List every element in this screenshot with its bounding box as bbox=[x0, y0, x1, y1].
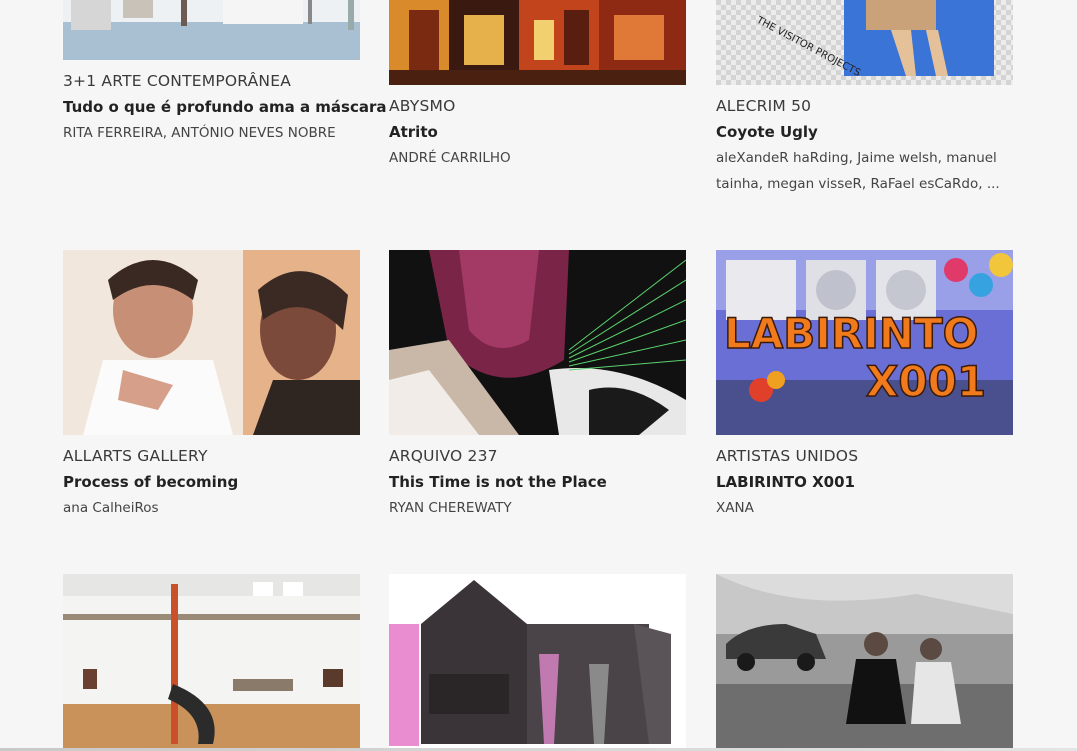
exhibition-title[interactable]: Coyote Ugly bbox=[716, 123, 818, 141]
exhibition-thumbnail[interactable]: LABIRINTO X001 bbox=[716, 250, 1013, 435]
exhibition-thumbnail[interactable]: THE VISITOR PROJECTS bbox=[716, 0, 1013, 85]
artist-names: ana CalheiRos bbox=[63, 500, 159, 516]
venue-name: ALLARTS GALLERY bbox=[63, 447, 208, 465]
exhibition-title[interactable]: LABIRINTO X001 bbox=[716, 473, 855, 491]
venue-name: ARTISTAS UNIDOS bbox=[716, 447, 859, 465]
exhibition-thumbnail[interactable] bbox=[389, 574, 686, 751]
artist-names: aleXandeR haRding, Jaime welsh, manuel t… bbox=[716, 150, 1000, 192]
poster-title-line1: LABIRINTO bbox=[724, 309, 978, 358]
exhibition-title[interactable]: Atrito bbox=[389, 123, 438, 141]
exhibition-thumbnail[interactable] bbox=[716, 574, 1013, 751]
exhibition-thumbnail[interactable] bbox=[63, 574, 360, 751]
exhibition-thumbnail[interactable] bbox=[63, 0, 360, 60]
exhibition-grid: 3+1 ARTE CONTEMPORÂNEA Tudo o que é prof… bbox=[0, 0, 1077, 751]
venue-name: ABYSMO bbox=[389, 97, 456, 115]
exhibition-thumbnail[interactable] bbox=[389, 250, 686, 435]
exhibition-thumbnail[interactable] bbox=[389, 0, 686, 85]
poster-title-line2: X001 bbox=[866, 357, 986, 406]
venue-name: ARQUIVO 237 bbox=[389, 447, 498, 465]
venue-name: 3+1 ARTE CONTEMPORÂNEA bbox=[63, 72, 292, 90]
artist-names: RITA FERREIRA, ANTÓNIO NEVES NOBRE bbox=[63, 125, 336, 141]
exhibition-thumbnail[interactable] bbox=[63, 250, 360, 435]
exhibition-title[interactable]: This Time is not the Place bbox=[389, 473, 607, 491]
artist-names: ANDRÉ CARRILHO bbox=[389, 150, 511, 166]
venue-name: ALECRIM 50 bbox=[716, 97, 812, 115]
artist-names: XANA bbox=[716, 500, 754, 516]
exhibition-title[interactable]: Tudo o que é profundo ama a máscara bbox=[63, 98, 387, 116]
exhibition-title[interactable]: Process of becoming bbox=[63, 473, 238, 491]
artist-names: RYAN CHEREWATY bbox=[389, 500, 512, 516]
